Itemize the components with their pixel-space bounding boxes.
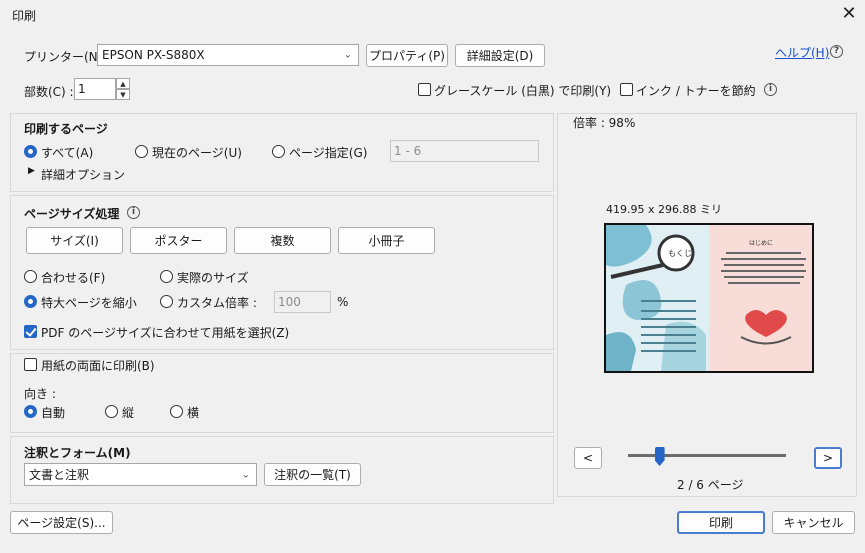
printer-select[interactable]: EPSON PX-S880X ⌄ — [97, 44, 359, 66]
radio-orientation-auto[interactable] — [24, 405, 37, 418]
page-setup-button[interactable]: ページ設定(S)... — [10, 511, 113, 534]
percent-label: % — [337, 295, 349, 309]
copies-label: 部数(C) : — [24, 85, 74, 99]
page-range-label: ページ指定(G) — [289, 146, 368, 160]
chevron-down-icon: ⌄ — [343, 49, 352, 61]
radio-page-range[interactable] — [272, 145, 285, 158]
spin-down-icon[interactable]: ▼ — [116, 89, 130, 100]
page-slider-track[interactable] — [628, 454, 786, 457]
prev-page-button[interactable]: < — [574, 447, 602, 469]
duplex-label: 用紙の両面に印刷(B) — [41, 359, 155, 373]
orientation-portrait-label: 縦 — [122, 406, 135, 420]
spin-up-icon[interactable]: ▲ — [116, 78, 130, 89]
actual-size-label: 実際のサイズ — [177, 271, 249, 285]
page-range-input[interactable]: 1 - 6 — [390, 140, 539, 162]
copies-input[interactable]: 1 — [74, 78, 116, 100]
comments-summary-button[interactable]: 注釈の一覧(T) — [264, 463, 361, 486]
tab-poster[interactable]: ポスター — [130, 227, 227, 254]
radio-shrink-oversized[interactable] — [24, 295, 37, 308]
save-ink-checkbox[interactable] — [620, 83, 633, 96]
comments-heading: 注釈とフォーム(M) — [24, 446, 131, 460]
radio-orientation-portrait[interactable] — [105, 405, 118, 418]
expand-triangle-icon[interactable]: ▶ — [28, 166, 35, 176]
help-link[interactable]: ヘルプ(H) — [775, 44, 829, 61]
duplex-checkbox[interactable] — [24, 358, 37, 371]
radio-orientation-landscape[interactable] — [170, 405, 183, 418]
title-bar — [0, 0, 865, 30]
orientation-landscape-label: 横 — [187, 406, 200, 420]
advanced-button[interactable]: 詳細設定(D) — [455, 44, 545, 67]
print-button[interactable]: 印刷 — [677, 511, 765, 534]
current-page-label: 現在のページ(U) — [152, 146, 242, 160]
properties-button[interactable]: プロパティ(P) — [366, 44, 448, 67]
cancel-button[interactable]: キャンセル — [772, 511, 855, 534]
printer-value: EPSON PX-S880X — [102, 48, 205, 62]
shrink-label: 特大ページを縮小 — [41, 296, 137, 310]
radio-actual-size[interactable] — [160, 270, 173, 283]
close-icon[interactable]: ✕ — [838, 3, 860, 25]
page-preview: もくじ はじめに — [604, 223, 814, 373]
preview-left-title: もくじ — [668, 249, 692, 258]
custom-scale-input[interactable]: 100 — [274, 291, 331, 313]
radio-current-page[interactable] — [135, 145, 148, 158]
pdf-paper-label: PDF のページサイズに合わせて用紙を選択(Z) — [41, 326, 290, 340]
radio-fit[interactable] — [24, 270, 37, 283]
all-pages-label: すべて(A) — [41, 146, 94, 160]
help-question-icon[interactable]: ? — [830, 45, 843, 58]
grayscale-checkbox[interactable] — [418, 83, 431, 96]
pages-to-print-heading: 印刷するページ — [24, 122, 108, 136]
save-ink-label: インク / トナーを節約 — [636, 84, 756, 98]
window-title: 印刷 — [12, 9, 37, 23]
tab-booklet[interactable]: 小冊子 — [338, 227, 435, 254]
custom-scale-label: カスタム倍率 : — [177, 296, 257, 310]
chevron-down-icon: ⌄ — [241, 469, 250, 480]
grayscale-label: グレースケール (白黒) で印刷(Y) — [434, 84, 612, 98]
preview-blob — [661, 321, 706, 371]
pdf-paper-checkbox[interactable] — [24, 325, 37, 338]
comments-value: 文書と注釈 — [29, 468, 90, 482]
tab-size[interactable]: サイズ(I) — [26, 227, 123, 254]
tab-multiple[interactable]: 複数 — [234, 227, 331, 254]
preview-image: もくじ はじめに — [606, 225, 812, 371]
radio-custom-scale[interactable] — [160, 295, 173, 308]
page-sizing-heading: ページサイズ処理 — [24, 207, 120, 221]
more-options-link[interactable]: 詳細オプション — [41, 166, 125, 183]
next-page-button[interactable]: > — [814, 447, 842, 469]
preview-right-title: はじめに — [749, 240, 773, 247]
radio-all-pages[interactable] — [24, 145, 37, 158]
info-icon[interactable]: i — [764, 83, 777, 96]
info-icon[interactable]: i — [127, 206, 140, 219]
page-indicator: 2 / 6 ページ — [677, 478, 744, 492]
preview-scale: 倍率 : 98% — [573, 116, 636, 130]
preview-dimensions: 419.95 x 296.88 ミリ — [606, 203, 722, 216]
fit-label: 合わせる(F) — [41, 271, 106, 285]
orientation-label: 向き : — [24, 387, 56, 401]
comments-select[interactable]: 文書と注釈 ⌄ — [24, 463, 257, 486]
orientation-auto-label: 自動 — [41, 406, 66, 420]
